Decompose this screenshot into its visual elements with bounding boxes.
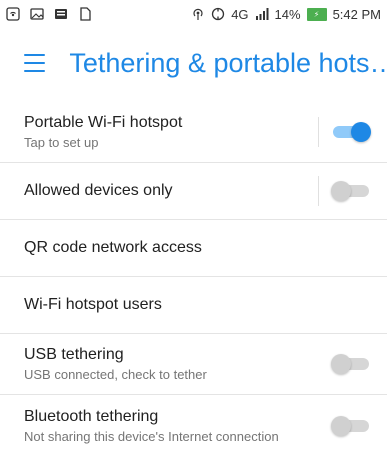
data-saver-icon xyxy=(211,7,225,21)
setting-texts: Bluetooth tethering Not sharing this dev… xyxy=(24,407,331,445)
status-bar-left xyxy=(6,7,92,21)
wifi-hotspot-icon xyxy=(6,7,20,21)
sim-card-icon xyxy=(78,7,92,21)
setting-wifi-hotspot-users[interactable]: Wi-Fi hotspot users xyxy=(0,277,387,334)
setting-title: Allowed devices only xyxy=(24,182,173,199)
setting-title: Wi-Fi hotspot users xyxy=(24,296,162,313)
clock: 5:42 PM xyxy=(332,6,381,22)
hamburger-icon[interactable] xyxy=(24,54,46,72)
portable-wifi-hotspot-toggle[interactable] xyxy=(331,122,371,142)
usb-tethering-toggle[interactable] xyxy=(331,354,371,374)
setting-texts: Allowed devices only xyxy=(24,181,318,201)
network-type: 4G xyxy=(231,6,249,22)
toggle-thumb xyxy=(331,415,351,436)
setting-texts: Wi-Fi hotspot users xyxy=(24,295,371,315)
app-toolbar: Tethering & portable hots… xyxy=(0,28,387,98)
setting-title: USB tethering xyxy=(24,346,124,363)
status-bar: 4G 14% ⚡ 5:42 PM xyxy=(0,0,387,28)
toggle-thumb xyxy=(331,181,351,201)
toggle-thumb xyxy=(351,122,371,142)
hotspot-icon xyxy=(191,7,205,21)
allowed-devices-only-toggle[interactable] xyxy=(331,181,371,201)
setting-subtitle: USB connected, check to tether xyxy=(24,367,207,382)
setting-subtitle: Not sharing this device's Internet conne… xyxy=(24,428,279,444)
status-bar-right: 4G 14% ⚡ 5:42 PM xyxy=(191,7,381,22)
page-title: Tethering & portable hots… xyxy=(69,47,387,78)
battery-charging-icon: ⚡ xyxy=(306,7,327,21)
setting-title: Portable Wi-Fi hotspot xyxy=(24,114,183,131)
setting-texts: QR code network access xyxy=(24,238,371,258)
setting-texts: Portable Wi-Fi hotspot Tap to set up xyxy=(24,113,318,151)
setting-usb-tethering[interactable]: USB tethering USB connected, check to te… xyxy=(0,334,387,395)
bluetooth-tethering-toggle[interactable] xyxy=(331,415,371,436)
signal-icon xyxy=(255,7,269,21)
setting-qr-code-network-access[interactable]: QR code network access xyxy=(0,220,387,277)
toggle-thumb xyxy=(331,354,351,374)
setting-portable-wifi-hotspot[interactable]: Portable Wi-Fi hotspot Tap to set up xyxy=(0,102,387,163)
news-icon xyxy=(54,7,68,21)
battery-percent: 14% xyxy=(274,6,301,22)
divider xyxy=(318,117,319,147)
setting-allowed-devices-only[interactable]: Allowed devices only xyxy=(0,163,387,220)
setting-texts: USB tethering USB connected, check to te… xyxy=(24,345,331,383)
setting-title: QR code network access xyxy=(24,239,202,256)
setting-subtitle: Tap to set up xyxy=(24,135,99,150)
image-icon xyxy=(30,7,44,21)
settings-list: Portable Wi-Fi hotspot Tap to set up All… xyxy=(0,102,387,456)
divider xyxy=(318,176,319,206)
setting-title: Bluetooth tethering xyxy=(24,407,159,425)
